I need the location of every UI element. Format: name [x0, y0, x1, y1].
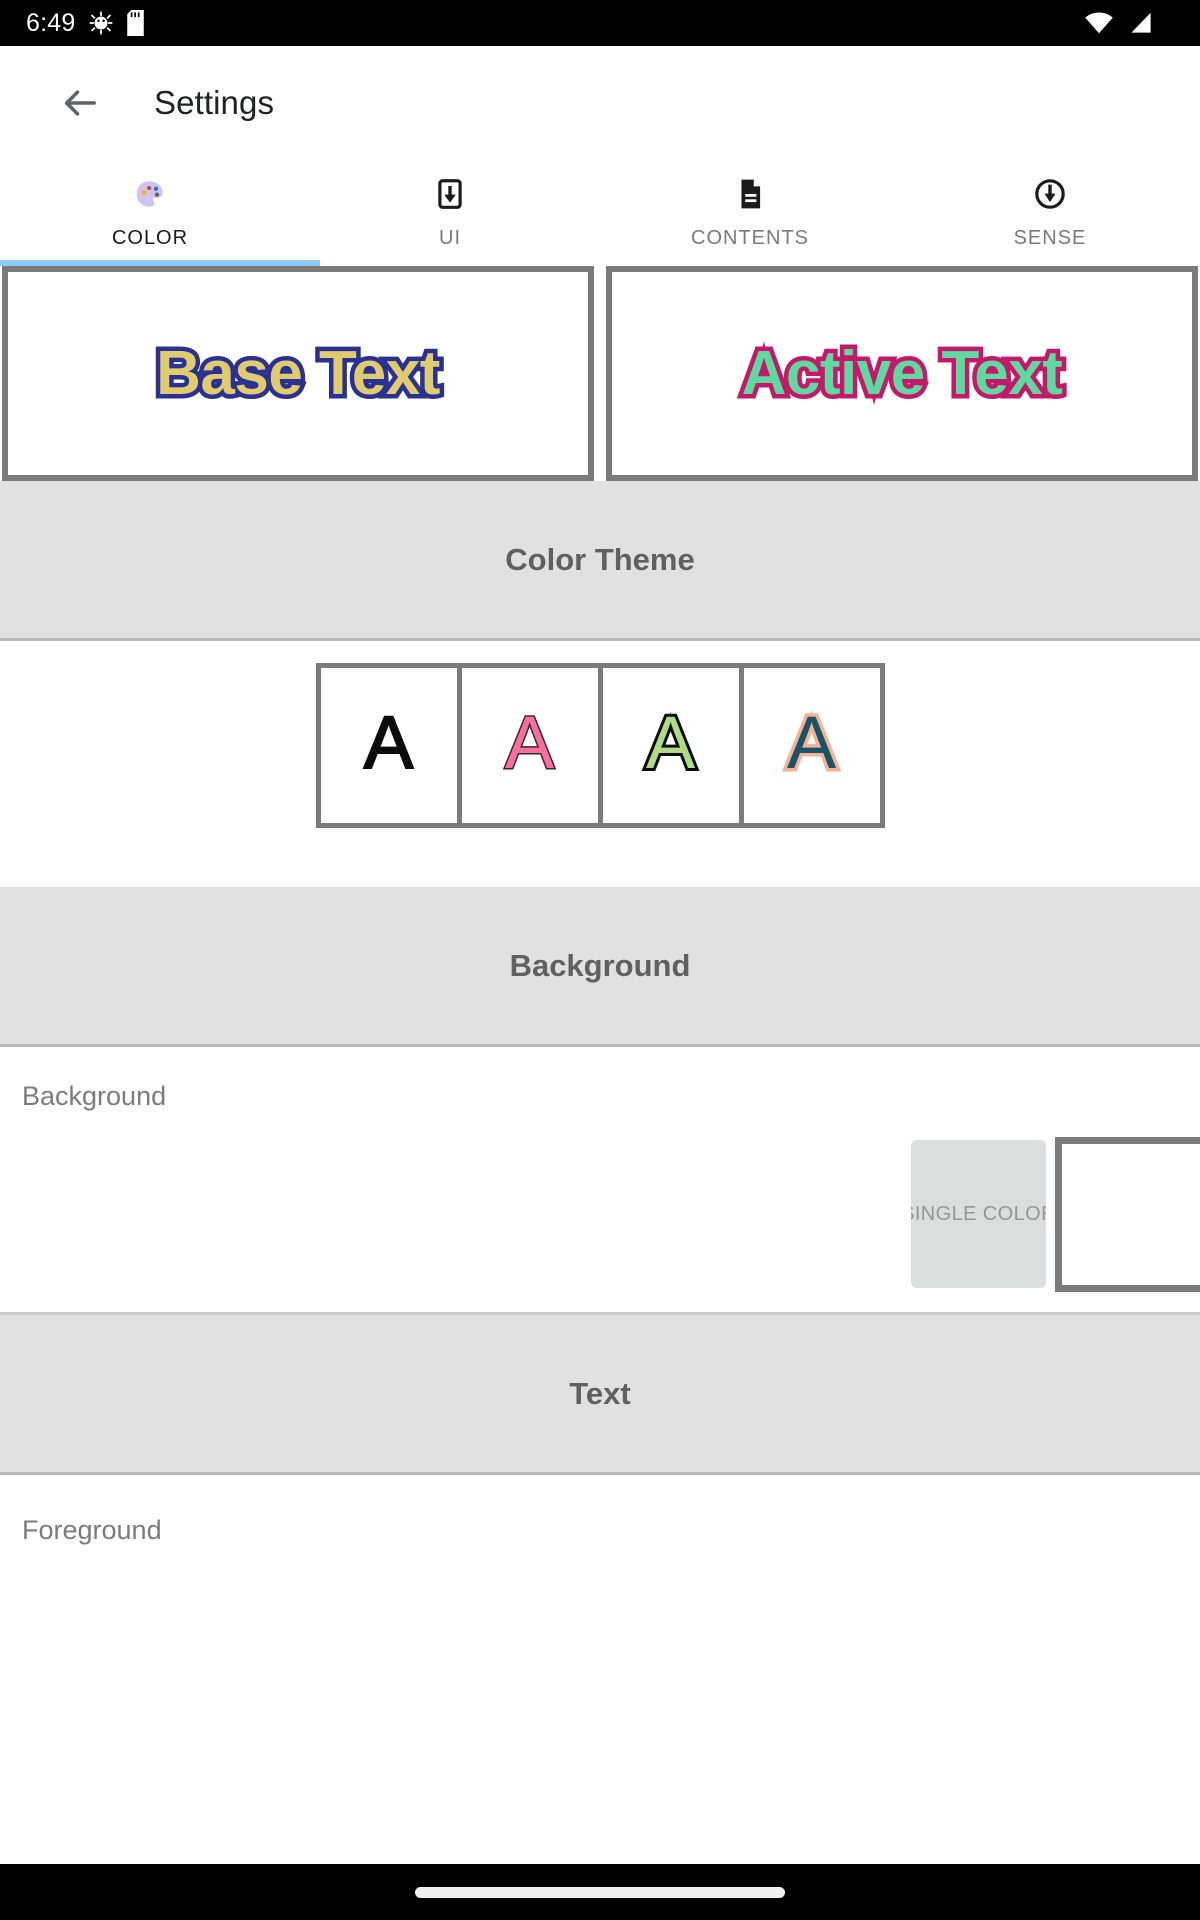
section-header-text: Text [0, 1315, 1200, 1475]
status-bar-right [1084, 11, 1178, 35]
color-theme-swatch-strip: A A A A [315, 663, 885, 828]
back-button[interactable] [52, 75, 108, 131]
theme-swatch-letter: A [643, 700, 698, 784]
app-bar: Settings [0, 46, 1200, 160]
background-preference-row: Background SINGLE COLOR [0, 1047, 1200, 1315]
theme-swatch-2[interactable]: A [461, 668, 598, 823]
tab-label-ui: UI [439, 226, 461, 249]
status-bar: 6:49 [0, 0, 1200, 46]
section-header-background: Background [0, 887, 1200, 1047]
theme-swatch-4[interactable]: A [743, 668, 880, 823]
status-bar-left: 6:49 [26, 8, 145, 37]
download-box-icon [433, 177, 467, 211]
active-text-preview-label: Active Text [737, 335, 1067, 413]
foreground-row-label: Foreground [22, 1515, 162, 1545]
tab-label-color: COLOR [111, 226, 189, 249]
background-color-swatch[interactable] [1055, 1136, 1200, 1292]
color-theme-swatch-area: A A A A [0, 641, 1200, 887]
android-debug-icon [88, 10, 114, 36]
document-icon [733, 177, 767, 211]
home-gesture-pill[interactable] [415, 1886, 785, 1898]
cellular-signal-icon [1128, 11, 1154, 35]
foreground-preference-row[interactable]: Foreground [0, 1475, 1200, 1864]
tab-active-indicator [0, 260, 320, 266]
active-text-preview-card[interactable]: Active Text [606, 266, 1198, 481]
theme-swatch-letter: A [363, 700, 414, 784]
settings-screen: 6:49 Settings COLOR UI CONTENTS SENSE Ba… [0, 0, 1200, 1920]
single-color-mode-label: SINGLE COLOR [911, 1202, 1046, 1225]
circle-download-icon [1033, 177, 1067, 211]
base-text-preview-label: Base Text [152, 335, 445, 413]
theme-swatch-letter: A [783, 700, 839, 784]
section-title-color-theme: Color Theme [505, 541, 695, 577]
section-title-text: Text [569, 1375, 631, 1411]
background-row-controls: SINGLE COLOR [0, 1136, 1200, 1292]
background-row-label: Background [22, 1081, 167, 1111]
theme-swatch-1[interactable]: A [320, 668, 457, 823]
tab-contents[interactable]: CONTENTS [600, 160, 900, 266]
base-text-preview-card[interactable]: Base Text [2, 266, 594, 481]
tab-bar: COLOR UI CONTENTS SENSE [0, 160, 1200, 266]
status-clock: 6:49 [26, 8, 76, 37]
tab-label-contents: CONTENTS [691, 226, 809, 249]
wifi-icon [1084, 11, 1114, 35]
tab-ui[interactable]: UI [300, 160, 600, 266]
palette-icon [133, 177, 167, 211]
theme-swatch-letter: A [503, 700, 555, 784]
tab-color[interactable]: COLOR [0, 160, 320, 266]
sd-card-icon [127, 10, 145, 36]
page-title: Settings [154, 84, 275, 121]
row-divider [0, 1312, 1200, 1315]
text-preview-row: Base Text Active Text [0, 266, 1200, 481]
section-title-background: Background [509, 947, 691, 983]
navigation-bar [0, 1864, 1200, 1920]
theme-swatch-3[interactable]: A [602, 668, 739, 823]
tab-sense[interactable]: SENSE [900, 160, 1200, 266]
tab-label-sense: SENSE [1013, 226, 1087, 249]
back-arrow-icon [60, 83, 100, 123]
single-color-mode-button[interactable]: SINGLE COLOR [911, 1140, 1046, 1288]
section-header-color-theme: Color Theme [0, 481, 1200, 641]
